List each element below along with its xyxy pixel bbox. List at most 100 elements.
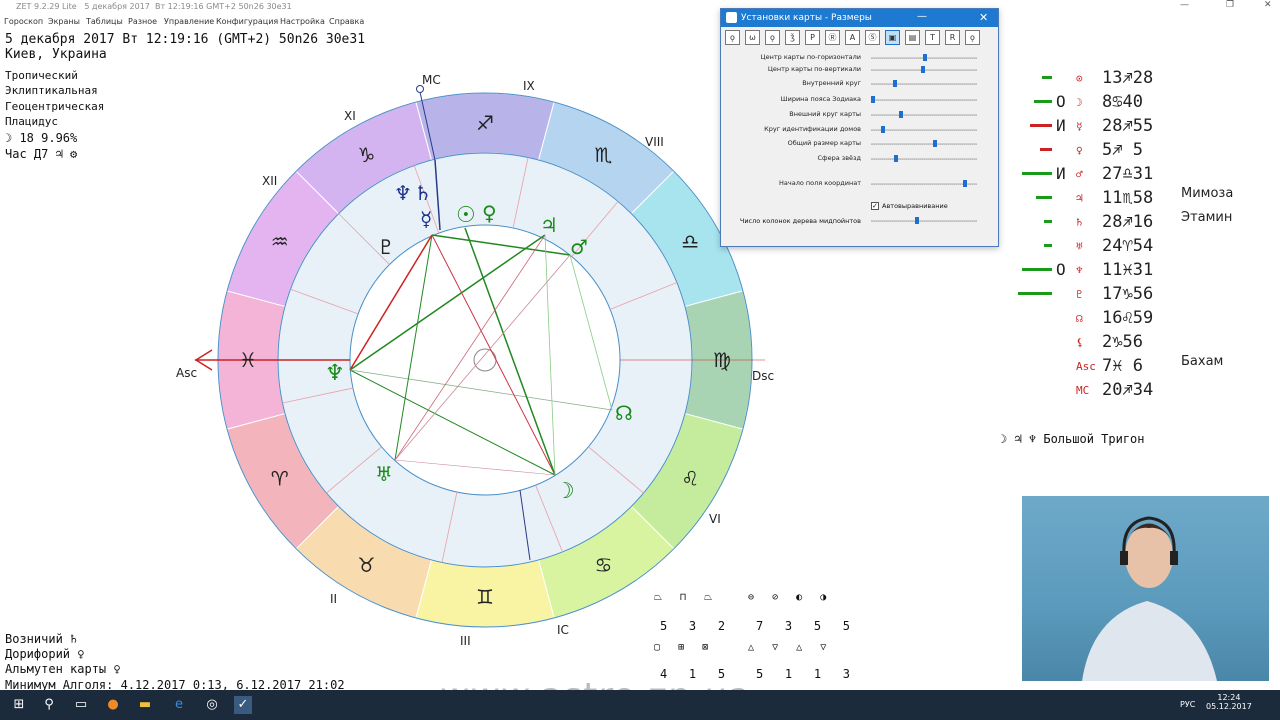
zodiac-glyph: ♎ — [681, 230, 699, 254]
size-slider[interactable] — [871, 111, 977, 118]
size-slider[interactable] — [871, 180, 977, 187]
windows-taskbar: ⊞ ⚲ ▭ ● ▬ e ◎ ✓ РУС 12:24 05.12.2017 — [0, 690, 1280, 720]
size-slider[interactable] — [871, 80, 977, 87]
toolbar-button[interactable]: ▤ — [905, 30, 920, 45]
planet-symbol: ⊙ — [1076, 72, 1083, 85]
toolbar-button[interactable]: ǫ — [725, 30, 740, 45]
aspect-strength-bar — [1018, 292, 1052, 295]
aspect-strength-bar — [1022, 268, 1052, 271]
size-slider[interactable] — [871, 66, 977, 73]
slider-thumb[interactable] — [963, 180, 967, 187]
slider-thumb[interactable] — [915, 217, 919, 224]
toolbar-button[interactable]: P — [805, 30, 820, 45]
uranus-glyph: ♅ — [375, 462, 393, 486]
planet-position: 7♓ 6 — [1102, 356, 1143, 376]
language-indicator[interactable]: РУС — [1180, 700, 1195, 709]
planet-position: 13♐28 — [1102, 68, 1154, 88]
slider-thumb[interactable] — [921, 66, 925, 73]
toolbar-button[interactable]: A — [845, 30, 860, 45]
planet-symbol: ☿ — [1076, 120, 1083, 133]
slider-thumb[interactable] — [881, 126, 885, 133]
slider-label: Внешний круг карты — [789, 110, 861, 118]
dialog-titlebar: Установки карты - Размеры — ✕ — [721, 9, 998, 27]
slider-label: Круг идентификации домов — [764, 125, 861, 133]
slider-label: Центр карты по-вертикали — [767, 65, 861, 73]
fixed-star-name: Мимоза — [1181, 186, 1234, 201]
doryphory: Дорифорий ♀ — [5, 647, 85, 661]
toolbar-button[interactable]: ǫ — [765, 30, 780, 45]
chart-settings-dialog: Установки карты - Размеры — ✕ ǫ ѡ ǫ ǯ P Ⓡ A Ⓢ ▣ ▤… — [720, 8, 999, 247]
slider-label: Ширина пояса Зодиака — [780, 95, 861, 103]
presenter-face — [1125, 524, 1173, 588]
zet-app-icon[interactable]: ✓ — [234, 696, 252, 714]
slider-thumb[interactable] — [923, 54, 927, 61]
planet-position: 17♑56 — [1102, 284, 1154, 304]
slider-thumb[interactable] — [893, 80, 897, 87]
slider-label: Внутренний круг — [802, 79, 861, 87]
grand-trine: ☽ ♃ ♆ Большой Тригон — [1000, 432, 1145, 446]
zodiac-glyph: ♓ — [239, 348, 257, 372]
planet-positions-list: ⊙ 13♐28 O ☽ 8♋40 И ☿ 28♐55 ♀ 5♐ 5 И ♂ 27♎31 ♃ 11♏58 М… — [1014, 68, 1233, 418]
slider-thumb[interactable] — [899, 111, 903, 118]
midpoint-columns-slider[interactable] — [871, 217, 977, 224]
planet-position: 11♓31 — [1102, 260, 1154, 280]
house-label-2: II — [330, 592, 337, 606]
mc-label: MC — [422, 73, 441, 87]
size-slider[interactable] — [871, 140, 977, 147]
planet-position: 5♐ 5 — [1102, 140, 1143, 160]
edge-icon[interactable]: e — [170, 696, 188, 714]
ic-label: IC — [557, 623, 569, 637]
toolbar-button[interactable]: ѡ — [745, 30, 760, 45]
house-label-12: XII — [262, 174, 277, 188]
toolbar-button[interactable]: Ⓡ — [825, 30, 840, 45]
midpoint-columns-label: Число колонок дерева мидпойнтов — [739, 217, 861, 225]
planet-symbol: Asc — [1076, 360, 1096, 373]
saturn-glyph: ♄ — [414, 181, 432, 205]
slider-label: Центр карты по-горизонтали — [760, 53, 861, 61]
size-slider[interactable] — [871, 96, 977, 103]
toolbar-button[interactable]: ǯ — [785, 30, 800, 45]
firefox-icon[interactable]: ● — [104, 696, 122, 714]
zodiac-glyph: ♒ — [271, 230, 289, 254]
slider-thumb[interactable] — [871, 96, 875, 103]
toolbar-button[interactable]: ǫ — [965, 30, 980, 45]
size-slider[interactable] — [871, 155, 977, 162]
planet-symbol: ♇ — [1076, 288, 1083, 301]
toolbar-button[interactable]: R — [945, 30, 960, 45]
zodiac-glyph: ♏ — [595, 143, 613, 167]
task-view-icon[interactable]: ▭ — [72, 696, 90, 714]
toolbar-button[interactable]: T — [925, 30, 940, 45]
almuten: Альмутен карты ♀ — [5, 662, 121, 676]
neptune-glyph: ♆ — [325, 361, 345, 386]
planet-symbol: ☊ — [1076, 312, 1083, 325]
search-icon[interactable]: ⚲ — [40, 696, 58, 714]
node-glyph: ☊ — [615, 401, 633, 425]
toolbar-button[interactable]: Ⓢ — [865, 30, 880, 45]
toolbar-button[interactable]: ▣ — [885, 30, 900, 45]
app-icon[interactable]: ◎ — [203, 696, 221, 714]
autoalign-checkbox[interactable]: ✓ — [871, 202, 879, 210]
dialog-minimize-button[interactable]: — — [917, 11, 927, 22]
dialog-close-button[interactable]: ✕ — [979, 11, 988, 24]
zodiac-glyph: ♋ — [595, 553, 613, 577]
aspect-strength-bar — [1030, 124, 1052, 127]
element-icons: ⊖ ⊘ ◐ ◑ — [748, 592, 827, 603]
aspect-strength-bar — [1042, 76, 1052, 79]
clock[interactable]: 12:24 05.12.2017 — [1206, 693, 1252, 711]
slider-thumb[interactable] — [933, 140, 937, 147]
aspect-strength-bar — [1040, 148, 1052, 151]
file-explorer-icon[interactable]: ▬ — [136, 696, 154, 714]
size-slider[interactable] — [871, 54, 977, 61]
planet-position: 28♐16 — [1102, 212, 1154, 232]
planet-position: 20♐34 — [1102, 380, 1154, 400]
house-label-9: IX — [523, 79, 535, 93]
presenter-shirt — [1082, 601, 1217, 681]
start-button[interactable]: ⊞ — [10, 696, 28, 714]
dsc-label: Dsc — [752, 369, 774, 383]
size-slider[interactable] — [871, 126, 977, 133]
slider-thumb[interactable] — [894, 155, 898, 162]
pluto-glyph: ♇ — [377, 235, 395, 259]
mercury-glyph: ☿ — [420, 207, 432, 231]
house-type-icons: ▢ ⊞ ⊠ — [654, 642, 709, 653]
triangle-icons: △ ▽ △ ▽ — [748, 642, 827, 653]
